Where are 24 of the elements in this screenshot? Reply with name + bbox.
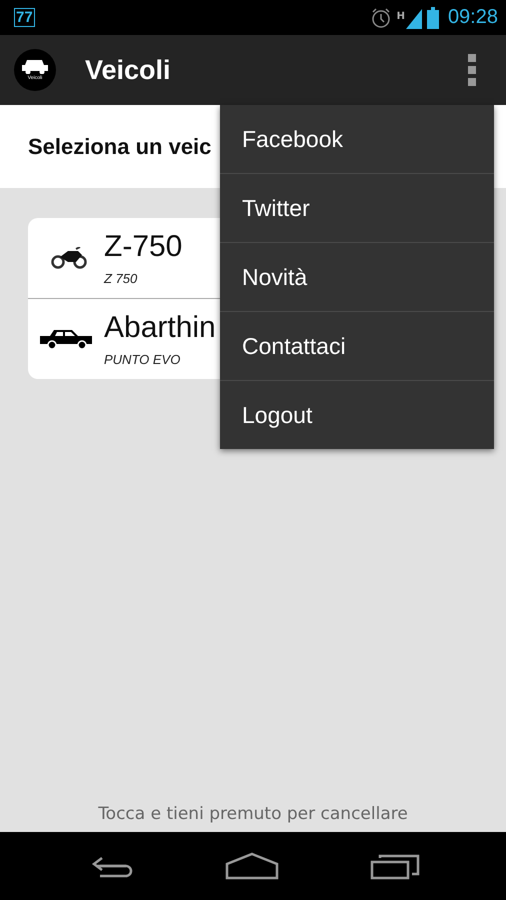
vehicle-model: Z 750 [104,270,138,286]
recent-apps-icon[interactable] [370,852,420,880]
car-icon [40,328,94,350]
header-text: Seleziona un veic [28,134,212,160]
home-icon[interactable] [224,852,279,880]
menu-item[interactable]: Twitter [220,173,494,242]
menu-item[interactable]: Logout [220,380,494,449]
motorcycle-icon [50,247,88,269]
hint-text: Tocca e tieni premuto per cancellare [97,804,409,824]
menu-item[interactable]: Novità [220,242,494,311]
vehicle-model: PUNTO EVO [104,352,182,366]
overflow-menu-icon[interactable] [468,54,476,86]
vehicle-name: Z-750 [104,230,182,262]
notification-icon: 77 [14,8,35,27]
signal-icon [406,6,422,28]
battery-icon [426,6,439,28]
vehicle-name: Abarthin [104,312,216,344]
menu-item[interactable]: Facebook [220,105,494,173]
menu-item[interactable]: Contattaci [220,311,494,380]
clock: 09:28 [448,6,498,29]
screen-title: Veicoli [85,54,172,86]
network-type: H [396,11,405,22]
car-icon [22,60,48,74]
alarm-icon [370,6,392,28]
